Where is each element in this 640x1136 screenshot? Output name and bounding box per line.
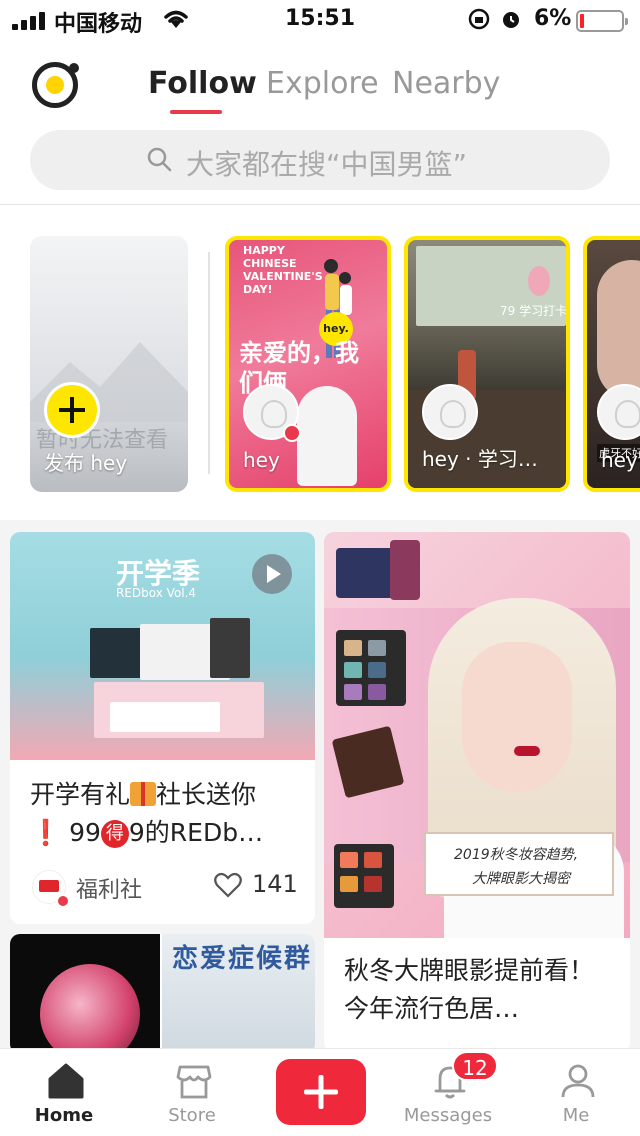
gift-icon xyxy=(130,782,157,806)
story-publish-hey[interactable]: 暂时无法查看 发布 hey xyxy=(30,236,188,492)
feed-card[interactable]: 恋爱症候群 xyxy=(10,934,315,1054)
palette-shape xyxy=(336,548,396,598)
status-bar: 中国移动 15:51 6% xyxy=(0,0,640,40)
home-icon xyxy=(48,1063,84,1099)
camera-logo-icon[interactable] xyxy=(32,62,79,108)
story-overlay-text: HAPPY CHINESE VALENTINE'S DAY! xyxy=(243,244,323,296)
card-image: 2019秋冬妆容趋势, 大牌眼影大揭密 xyxy=(324,532,630,938)
tab-nearby[interactable]: Nearby xyxy=(392,66,500,101)
image-subtitle: REDbox Vol.4 xyxy=(116,586,197,600)
person-icon xyxy=(561,1064,595,1098)
tab-explore[interactable]: Explore xyxy=(266,66,379,101)
card-title: 秋冬大牌眼影提前看！今年流行色居… xyxy=(344,956,595,1023)
store-icon xyxy=(176,1065,212,1099)
avatar xyxy=(597,384,640,440)
publish-button[interactable] xyxy=(276,1059,366,1125)
card-image: 恋爱症候群 xyxy=(10,934,315,1054)
palette-shape xyxy=(334,844,394,908)
story-item[interactable]: 79 学习打卡 DAYS hey · 学习… xyxy=(404,236,570,492)
palette-shape xyxy=(336,630,406,706)
tab-home[interactable]: Home xyxy=(0,1049,128,1136)
tab-follow[interactable]: Follow xyxy=(148,66,257,101)
story-label: hey xyxy=(601,448,638,472)
search-icon xyxy=(147,147,172,172)
card-title: 开学有礼 社长送你 ❗ 99 得 9的REDb… xyxy=(30,780,264,848)
active-tab-indicator xyxy=(170,110,222,114)
verified-icon xyxy=(56,894,70,908)
battery-icon xyxy=(576,10,628,32)
story-label: hey xyxy=(243,448,280,472)
face-photo xyxy=(597,260,640,400)
tab-me[interactable]: Me xyxy=(512,1049,640,1136)
feed-card[interactable]: 2019秋冬妆容趋势, 大牌眼影大揭密 秋冬大牌眼影提前看！今年流行色居… xyxy=(324,532,630,1052)
story-item[interactable]: HAPPY CHINESE VALENTINE'S DAY! hey. 亲爱的，… xyxy=(225,236,391,492)
avatar xyxy=(422,384,478,440)
image-sign-text: 恋爱症候群 xyxy=(172,944,313,974)
story-item[interactable]: 虎牙不好 hey xyxy=(583,236,640,492)
story-label: hey · 学习… xyxy=(422,447,538,471)
product-box xyxy=(110,702,220,732)
image-disc xyxy=(40,964,140,1054)
tab-store[interactable]: Store xyxy=(128,1049,256,1136)
messages-badge: 12 xyxy=(452,1051,498,1081)
product-box xyxy=(210,618,250,678)
bottom-tab-bar: Home Store Messages 12 Me xyxy=(0,1048,640,1136)
like-count: 141 xyxy=(252,870,298,898)
ear-sticker xyxy=(528,266,550,296)
search-bar[interactable]: 大家都在搜“中国男篮” xyxy=(30,130,610,190)
heart-icon[interactable] xyxy=(214,872,242,898)
divider xyxy=(0,204,640,205)
play-icon[interactable] xyxy=(252,554,292,594)
model-lips xyxy=(514,746,540,756)
battery-percent: 6% xyxy=(534,6,572,31)
rotation-lock-icon xyxy=(468,8,490,30)
story-overlay-text: 79 学习打卡 DAYS xyxy=(500,304,568,318)
card-image: 开学季 REDbox Vol.4 xyxy=(10,532,315,760)
divider xyxy=(208,252,210,474)
alarm-icon xyxy=(503,12,519,28)
bride-figure xyxy=(297,386,357,486)
add-story-icon[interactable] xyxy=(44,382,100,438)
author-name[interactable]: 福利社 xyxy=(76,872,142,904)
verified-icon xyxy=(283,424,301,442)
story-label: 发布 hey xyxy=(44,451,128,475)
model-face xyxy=(462,642,572,792)
image-caption: 2019秋冬妆容趋势, 大牌眼影大揭密 xyxy=(424,832,614,896)
feed-card[interactable]: 开学季 REDbox Vol.4 开学有礼 社长送你 ❗ 99 得 9的REDb… 福… xyxy=(10,532,315,924)
search-placeholder: 大家都在搜“中国男篮” xyxy=(186,148,468,181)
palette-shape xyxy=(390,540,420,600)
